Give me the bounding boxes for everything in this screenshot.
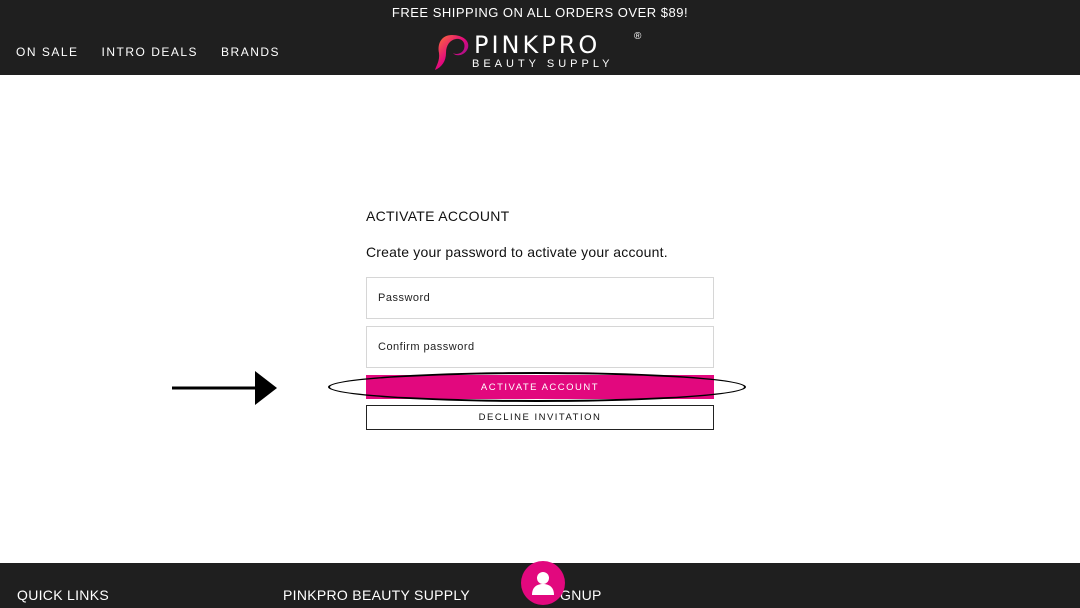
password-field — [366, 277, 714, 319]
announcement-bar: FREE SHIPPING ON ALL ORDERS OVER $89! — [391, 5, 689, 20]
nav-item-brands[interactable]: BRANDS — [221, 45, 280, 59]
confirm-password-field — [366, 326, 714, 368]
confirm-password-input[interactable] — [367, 327, 713, 367]
decline-invitation-button[interactable]: DECLINE INVITATION — [366, 405, 714, 430]
registered-mark: ® — [634, 31, 642, 42]
footer-heading-brand: PINKPRO BEAUTY SUPPLY — [283, 587, 471, 603]
hair-silhouette-icon — [435, 35, 469, 70]
nav-item-on-sale[interactable]: ON SALE — [16, 45, 79, 59]
logo-wordmark: PINKPRO — [474, 31, 601, 59]
logo-tagline: BEAUTY SUPPLY — [472, 58, 614, 70]
nav-item-intro-deals[interactable]: INTRO DEALS — [102, 45, 199, 59]
user-icon — [532, 572, 554, 595]
footer-heading-signup: GNUP — [560, 587, 602, 603]
page-title: ACTIVATE ACCOUNT — [366, 208, 510, 224]
password-input[interactable] — [367, 278, 713, 318]
site-header: FREE SHIPPING ON ALL ORDERS OVER $89! ON… — [0, 0, 1080, 75]
activate-account-button[interactable]: ACTIVATE ACCOUNT — [366, 375, 714, 399]
account-button[interactable] — [521, 561, 565, 605]
site-logo[interactable]: PINKPRO ® BEAUTY SUPPLY — [434, 31, 654, 73]
pointer-arrow-icon — [172, 371, 277, 405]
main-nav: ON SALE INTRO DEALS BRANDS — [16, 45, 280, 59]
activate-account-form: ACTIVATE ACCOUNT Create your password to… — [366, 208, 714, 260]
footer-heading-quick-links: QUICK LINKS — [17, 587, 109, 603]
form-instructions: Create your password to activate your ac… — [366, 244, 668, 260]
